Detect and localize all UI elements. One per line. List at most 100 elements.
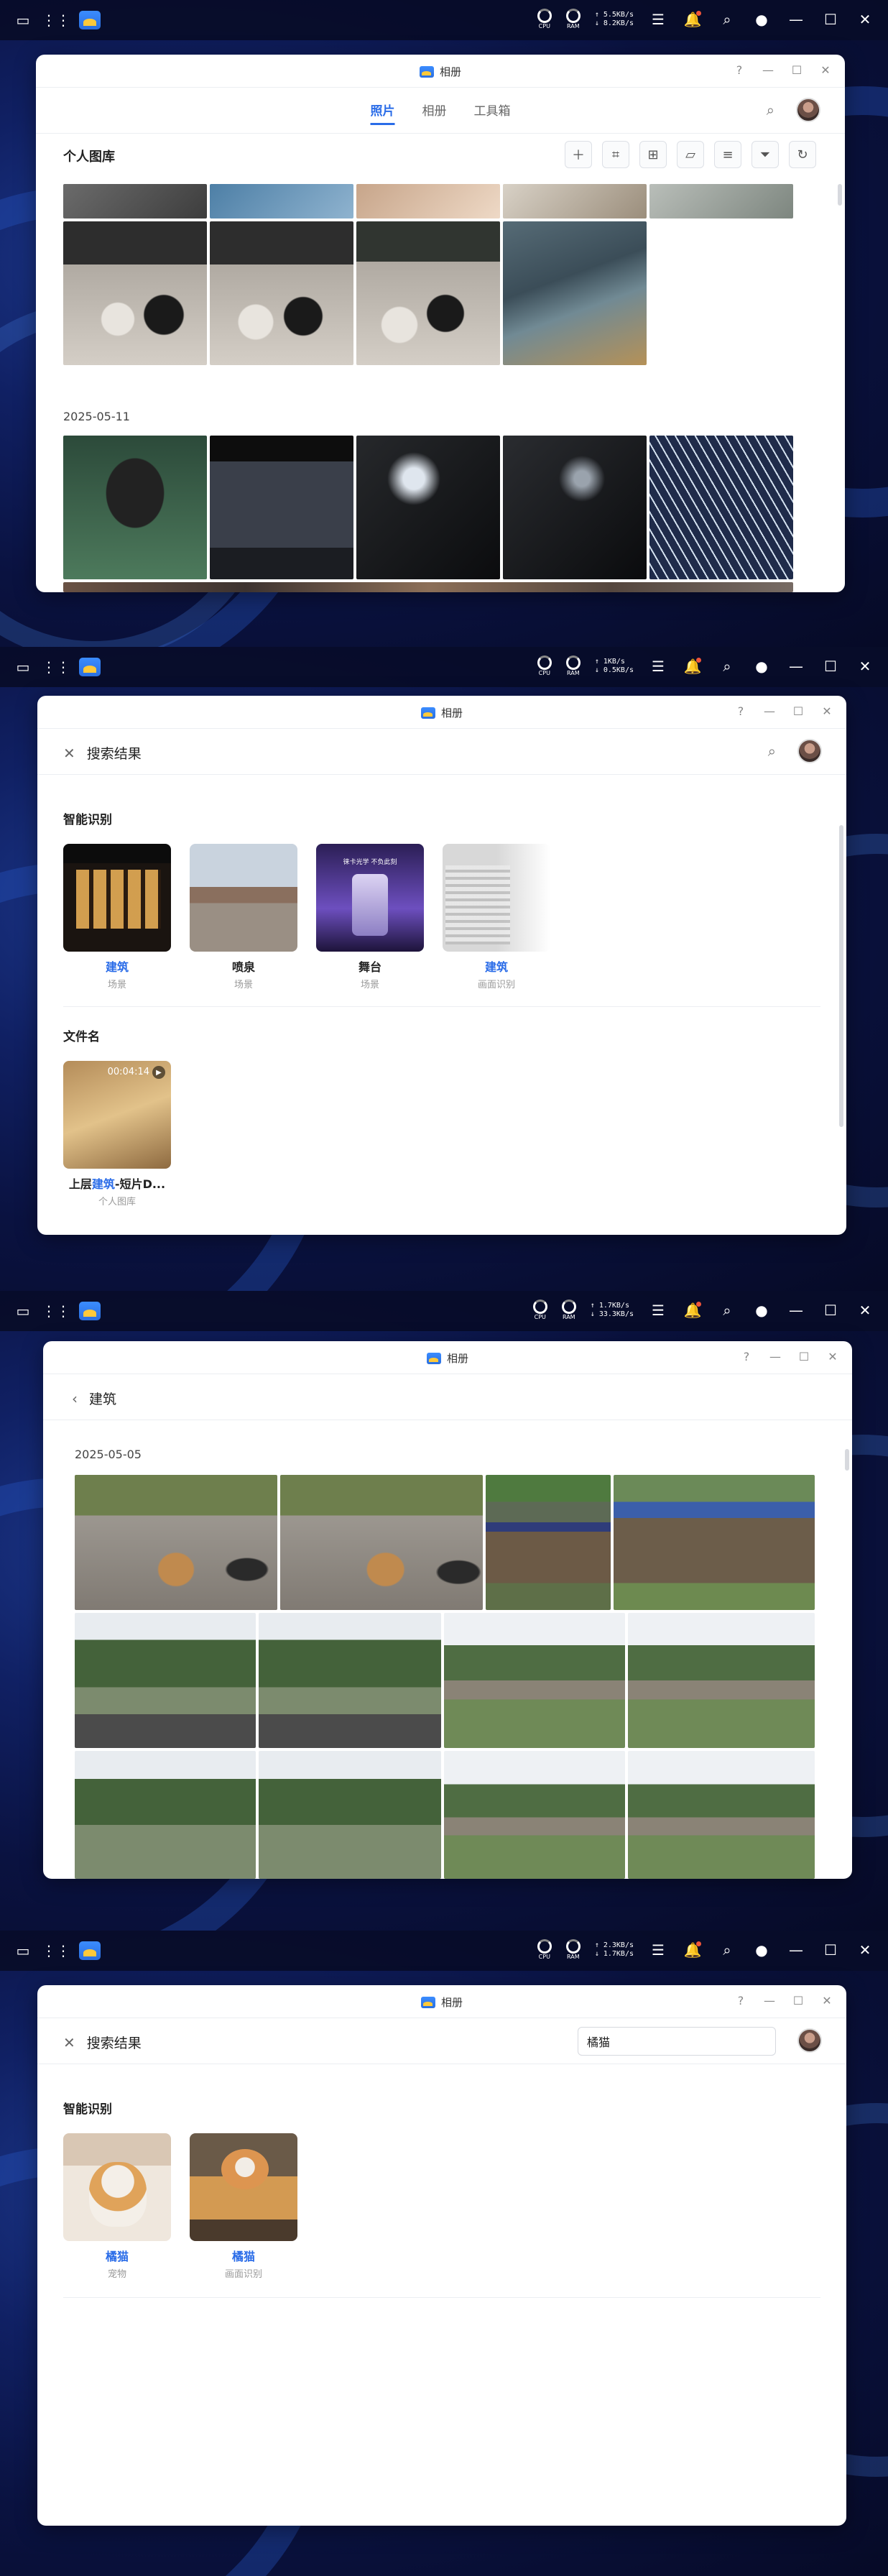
monitor-icon[interactable]: ☰ bbox=[648, 656, 668, 676]
search-input[interactable]: 橘猫 bbox=[578, 2027, 776, 2056]
photo-thumbnail[interactable] bbox=[210, 221, 353, 365]
show-desktop-icon[interactable]: ▭ bbox=[13, 1301, 33, 1321]
photo-thumbnail[interactable] bbox=[614, 1475, 815, 1610]
maximize-icon[interactable]: ☐ bbox=[820, 9, 841, 29]
maximize-button[interactable]: ☐ bbox=[792, 1994, 805, 2007]
close-button[interactable]: ✕ bbox=[820, 704, 833, 718]
help-button[interactable]: ? bbox=[734, 1994, 747, 2007]
smart-card-building[interactable]: 建筑 场景 bbox=[63, 844, 171, 990]
monitor-icon[interactable]: ☰ bbox=[648, 1300, 668, 1320]
search-icon[interactable]: ⌕ bbox=[717, 9, 737, 29]
photo-thumbnail[interactable] bbox=[649, 436, 793, 579]
close-button[interactable]: ✕ bbox=[826, 1350, 839, 1363]
maximize-button[interactable]: ☐ bbox=[790, 63, 803, 77]
search-icon[interactable]: ⌕ bbox=[717, 1940, 737, 1960]
monitor-icon[interactable]: ☰ bbox=[648, 1940, 668, 1960]
maximize-icon[interactable]: ☐ bbox=[820, 1300, 841, 1320]
grid-view-icon[interactable]: ⊞ bbox=[639, 141, 667, 168]
photo-thumbnail[interactable] bbox=[75, 1751, 256, 1879]
close-button[interactable]: ✕ bbox=[820, 1994, 833, 2007]
user-icon[interactable]: ● bbox=[751, 9, 772, 29]
photo-thumbnail[interactable] bbox=[259, 1613, 441, 1748]
close-icon[interactable]: ✕ bbox=[855, 656, 875, 676]
photo-thumbnail[interactable] bbox=[628, 1613, 815, 1748]
close-icon[interactable]: ✕ bbox=[855, 9, 875, 29]
cpu-meter-icon[interactable]: CPU bbox=[537, 9, 552, 29]
maximize-button[interactable]: ☐ bbox=[797, 1350, 810, 1363]
search-icon[interactable]: ⌕ bbox=[717, 656, 737, 676]
cpu-meter-icon[interactable]: CPU bbox=[537, 656, 552, 676]
show-desktop-icon[interactable]: ▭ bbox=[13, 10, 33, 30]
ram-meter-icon[interactable]: RAM bbox=[565, 1939, 581, 1960]
help-button[interactable]: ? bbox=[734, 704, 747, 718]
photo-thumbnail[interactable] bbox=[210, 436, 353, 579]
photo-thumbnail[interactable] bbox=[356, 184, 500, 218]
back-arrow-icon[interactable]: ‹ bbox=[72, 1390, 78, 1407]
tab-toolbox[interactable]: 工具箱 bbox=[474, 101, 511, 125]
close-icon[interactable]: ✕ bbox=[855, 1300, 875, 1320]
scrollbar[interactable] bbox=[845, 1449, 849, 1471]
user-icon[interactable]: ● bbox=[751, 1940, 772, 1960]
photo-thumbnail[interactable] bbox=[356, 221, 500, 365]
show-desktop-icon[interactable]: ▭ bbox=[13, 1941, 33, 1961]
sort-list-icon[interactable]: ≡ bbox=[714, 141, 741, 168]
minimize-button[interactable]: — bbox=[763, 1994, 776, 2007]
photo-thumbnail[interactable] bbox=[210, 184, 353, 218]
bell-icon[interactable]: 🔔 bbox=[683, 1940, 703, 1960]
filter-icon[interactable]: ⏷ bbox=[751, 141, 779, 168]
show-desktop-icon[interactable]: ▭ bbox=[13, 657, 33, 677]
user-icon[interactable]: ● bbox=[751, 656, 772, 676]
cpu-meter-icon[interactable]: CPU bbox=[532, 1300, 547, 1320]
photo-thumbnail[interactable] bbox=[444, 1751, 625, 1879]
help-button[interactable]: ? bbox=[733, 63, 746, 77]
photo-thumbnail[interactable] bbox=[503, 436, 647, 579]
cpu-meter-icon[interactable]: CPU bbox=[537, 1939, 552, 1960]
folder-icon[interactable]: ▱ bbox=[677, 141, 704, 168]
app-grid-icon[interactable]: ⋮⋮ bbox=[42, 1301, 70, 1321]
smart-card-building-scene[interactable]: 建筑 画面识别 bbox=[443, 844, 550, 990]
photo-thumbnail[interactable] bbox=[486, 1475, 611, 1610]
close-button[interactable]: ✕ bbox=[819, 63, 832, 77]
close-icon[interactable]: ✕ bbox=[855, 1940, 875, 1960]
maximize-icon[interactable]: ☐ bbox=[820, 656, 841, 676]
close-search-icon[interactable]: ✕ bbox=[63, 745, 75, 762]
photo-thumbnail[interactable] bbox=[356, 436, 500, 579]
maximize-button[interactable]: ☐ bbox=[792, 704, 805, 718]
search-icon[interactable]: ⌕ bbox=[768, 742, 776, 760]
bell-icon[interactable]: 🔔 bbox=[683, 9, 703, 29]
minimize-icon[interactable]: — bbox=[786, 1940, 806, 1960]
smart-card-orange-cat-scene[interactable]: 橘猫 画面识别 bbox=[190, 2133, 297, 2280]
ram-meter-icon[interactable]: RAM bbox=[565, 9, 581, 29]
user-icon[interactable]: ● bbox=[751, 1300, 772, 1320]
ram-meter-icon[interactable]: RAM bbox=[561, 1300, 576, 1320]
bell-icon[interactable]: 🔔 bbox=[683, 1300, 703, 1320]
photo-thumbnail[interactable] bbox=[503, 221, 647, 365]
tab-albums[interactable]: 相册 bbox=[422, 101, 447, 125]
maximize-icon[interactable]: ☐ bbox=[820, 1940, 841, 1960]
smart-card-fountain[interactable]: 喷泉 场景 bbox=[190, 844, 297, 990]
refresh-icon[interactable]: ↻ bbox=[789, 141, 816, 168]
photos-app-icon[interactable] bbox=[79, 11, 101, 29]
avatar[interactable] bbox=[797, 739, 822, 763]
photo-thumbnail[interactable] bbox=[503, 184, 647, 218]
photos-app-icon[interactable] bbox=[79, 1302, 101, 1320]
smart-card-stage[interactable]: 徕卡光学 不负此刻 舞台 场景 bbox=[316, 844, 424, 990]
photo-thumbnail[interactable] bbox=[628, 1751, 815, 1879]
search-icon[interactable]: ⌕ bbox=[767, 101, 774, 119]
bell-icon[interactable]: 🔔 bbox=[683, 656, 703, 676]
app-grid-icon[interactable]: ⋮⋮ bbox=[42, 657, 70, 677]
minimize-icon[interactable]: — bbox=[786, 1300, 806, 1320]
minimize-icon[interactable]: — bbox=[786, 9, 806, 29]
photos-app-icon[interactable] bbox=[79, 1941, 101, 1960]
face-scan-icon[interactable]: ⌗ bbox=[602, 141, 629, 168]
add-icon[interactable]: ＋ bbox=[565, 141, 592, 168]
app-grid-icon[interactable]: ⋮⋮ bbox=[42, 10, 70, 30]
minimize-button[interactable]: — bbox=[769, 1350, 782, 1363]
scrollbar[interactable] bbox=[839, 825, 843, 1127]
photo-thumbnail[interactable] bbox=[444, 1613, 625, 1748]
tab-photos[interactable]: 照片 bbox=[370, 101, 395, 125]
app-grid-icon[interactable]: ⋮⋮ bbox=[42, 1941, 70, 1961]
minimize-button[interactable]: — bbox=[763, 704, 776, 718]
search-icon[interactable]: ⌕ bbox=[717, 1300, 737, 1320]
file-result-card[interactable]: 00:04:14 ▶ 上层建筑-短片D... 个人图库 bbox=[63, 1061, 171, 1208]
